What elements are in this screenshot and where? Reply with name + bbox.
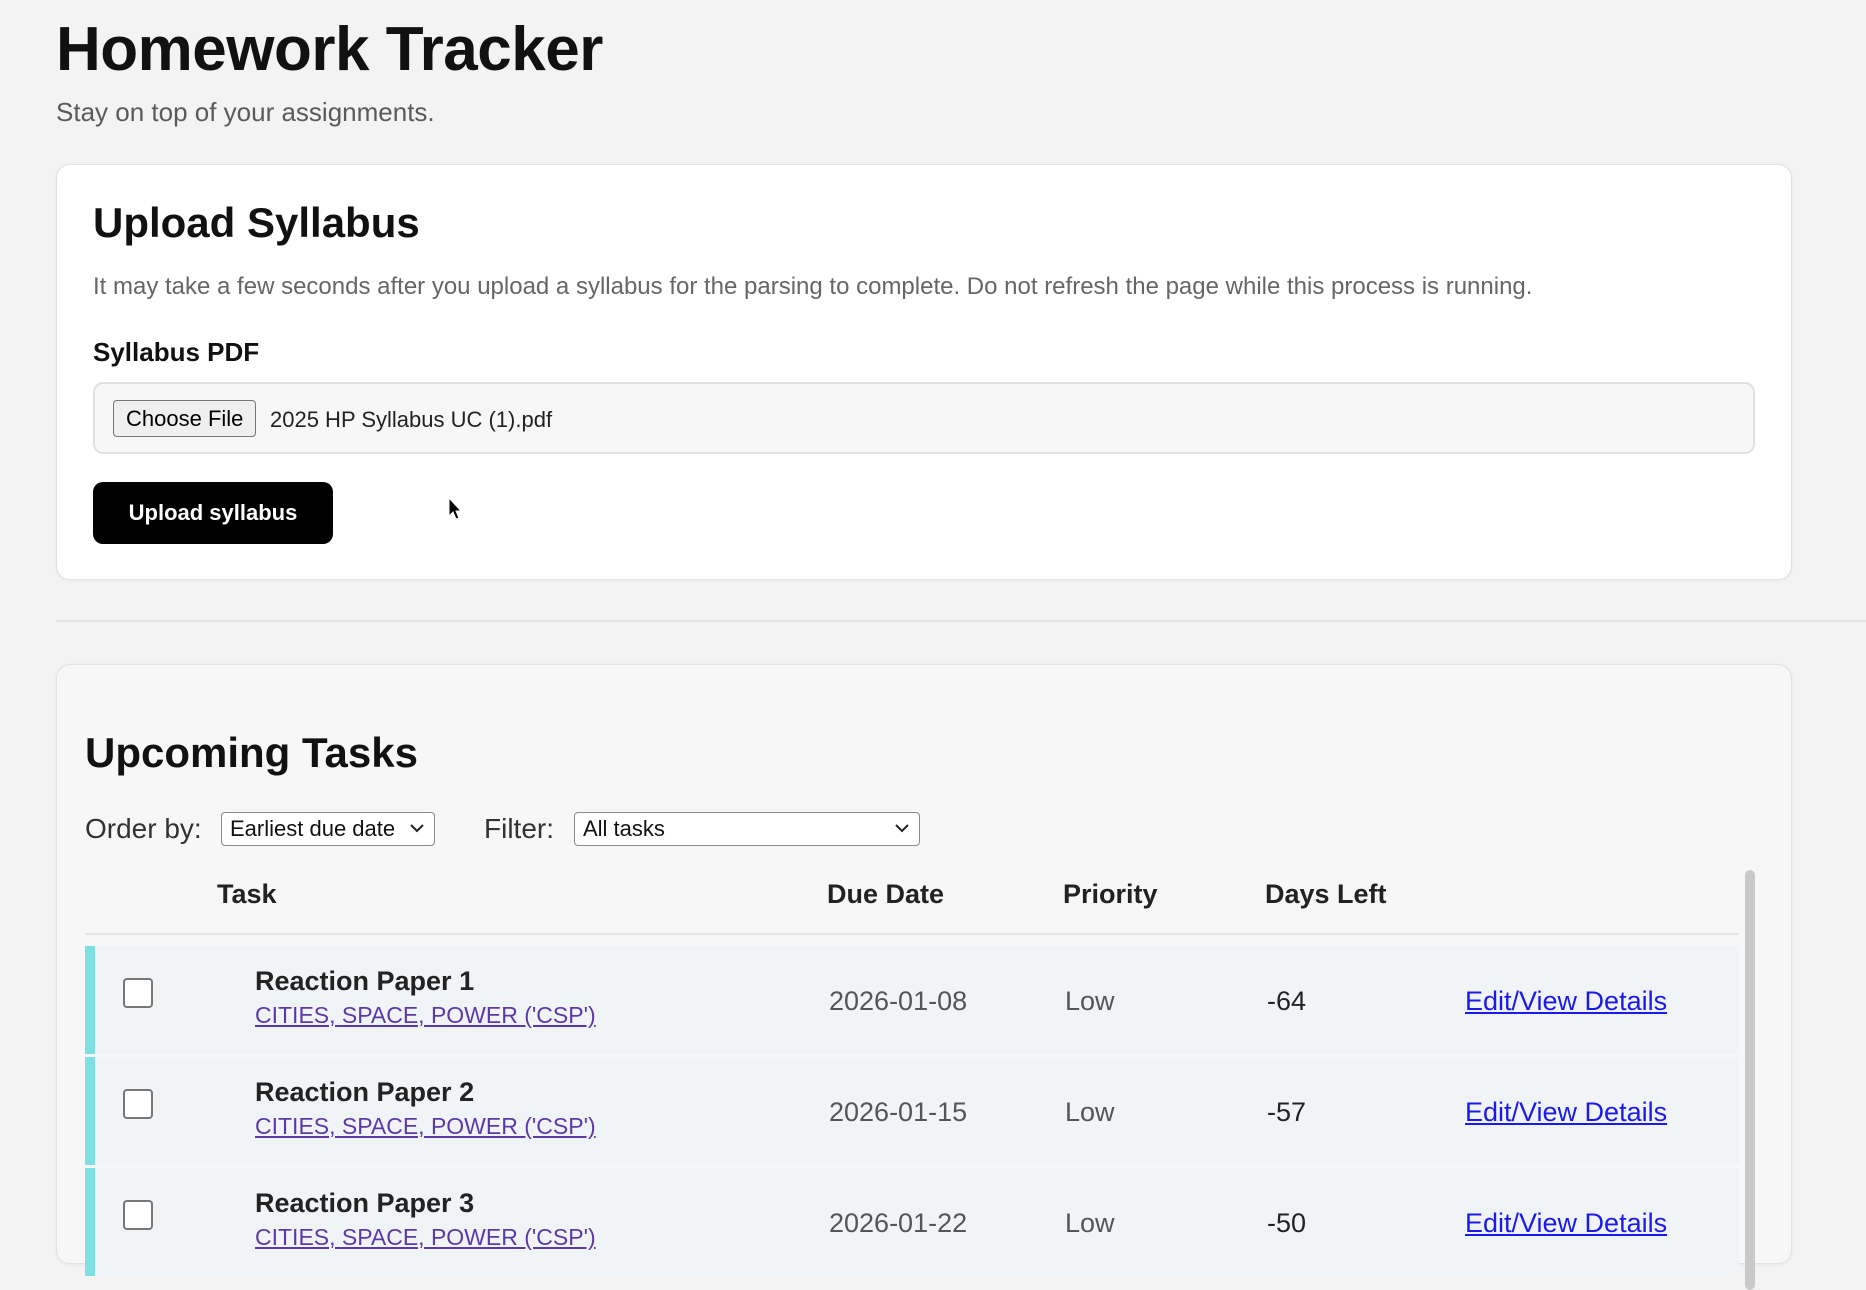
page-title: Homework Tracker — [56, 15, 603, 84]
task-title: Reaction Paper 3 — [255, 1188, 475, 1218]
selected-file-name: 2025 HP Syllabus UC (1).pdf — [270, 407, 553, 432]
task-due-date: 2026-01-15 — [829, 1097, 968, 1127]
upcoming-tasks-card: Upcoming Tasks Order by: Earliest due da… — [56, 664, 1792, 1290]
tasks-scrollbar[interactable] — [1745, 870, 1755, 1290]
upload-syllabus-button[interactable]: Upload syllabus — [93, 482, 333, 544]
order-by-label: Order by: — [85, 813, 202, 844]
task-priority: Low — [1065, 1208, 1115, 1238]
upload-section-title: Upload Syllabus — [93, 199, 420, 246]
column-header-priority: Priority — [1063, 879, 1158, 909]
column-header-days-left: Days Left — [1265, 879, 1387, 909]
task-course-link[interactable]: CITIES, SPACE, POWER ('CSP') — [255, 1002, 596, 1029]
task-days-left: -57 — [1267, 1097, 1307, 1127]
order-by-value: Earliest due date — [230, 816, 396, 841]
syllabus-file-input[interactable]: Choose File 2025 HP Syllabus UC (1).pdf — [93, 382, 1755, 454]
task-title: Reaction Paper 1 — [255, 966, 475, 996]
page-subtitle: Stay on top of your assignments. — [56, 97, 435, 127]
table-row: Reaction Paper 2 CITIES, SPACE, POWER ('… — [85, 1057, 1739, 1165]
order-by-select[interactable]: Earliest due date — [221, 812, 435, 846]
task-course-link[interactable]: CITIES, SPACE, POWER ('CSP') — [255, 1113, 596, 1140]
mouse-cursor-icon — [448, 497, 462, 520]
column-header-due-date: Due Date — [827, 879, 945, 909]
edit-view-details-link[interactable]: Edit/View Details — [1465, 1208, 1667, 1239]
task-priority: Low — [1065, 986, 1115, 1016]
task-complete-checkbox[interactable] — [123, 978, 153, 1008]
column-header-task: Task — [217, 879, 277, 909]
task-days-left: -50 — [1267, 1208, 1307, 1238]
chevron-down-icon — [410, 824, 424, 833]
task-complete-checkbox[interactable] — [123, 1089, 153, 1119]
filter-label: Filter: — [484, 813, 554, 844]
edit-view-details-link[interactable]: Edit/View Details — [1465, 1097, 1667, 1128]
syllabus-pdf-label: Syllabus PDF — [93, 337, 260, 367]
task-title: Reaction Paper 2 — [255, 1077, 475, 1107]
tasks-section-title: Upcoming Tasks — [85, 729, 418, 776]
task-due-date: 2026-01-08 — [829, 986, 968, 1016]
section-divider — [56, 620, 1866, 622]
task-due-date: 2026-01-22 — [829, 1208, 968, 1238]
task-days-left: -64 — [1267, 986, 1307, 1016]
task-priority: Low — [1065, 1097, 1115, 1127]
task-complete-checkbox[interactable] — [123, 1200, 153, 1230]
upload-syllabus-card: Upload Syllabus It may take a few second… — [56, 164, 1792, 580]
chevron-down-icon — [895, 824, 909, 833]
choose-file-button[interactable]: Choose File — [113, 400, 257, 437]
upload-note: It may take a few seconds after you uplo… — [93, 273, 1533, 300]
task-course-link[interactable]: CITIES, SPACE, POWER ('CSP') — [255, 1224, 596, 1251]
table-row: Reaction Paper 3 CITIES, SPACE, POWER ('… — [85, 1168, 1739, 1276]
edit-view-details-link[interactable]: Edit/View Details — [1465, 986, 1667, 1017]
filter-value: All tasks — [583, 816, 665, 841]
filter-select[interactable]: All tasks — [574, 812, 920, 846]
table-row: Reaction Paper 1 CITIES, SPACE, POWER ('… — [85, 946, 1739, 1054]
table-header-divider — [85, 933, 1739, 935]
